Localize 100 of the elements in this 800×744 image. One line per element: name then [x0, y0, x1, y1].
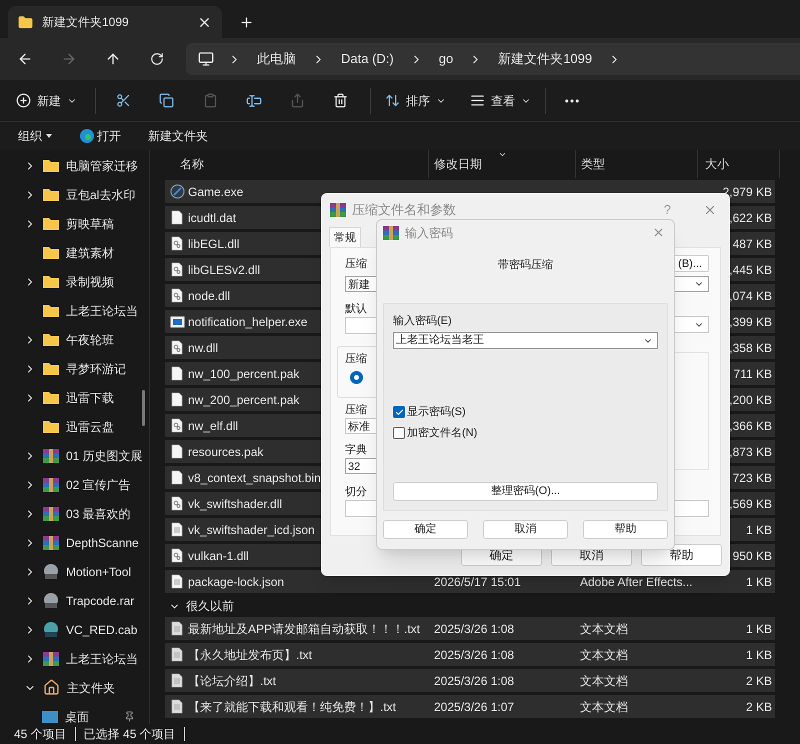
column-header[interactable]: 名称 — [165, 155, 428, 173]
file-name: nw_100_percent.pak — [188, 366, 300, 382]
back-icon[interactable] — [17, 51, 33, 67]
file-date: 2025/3/26 1:08 — [434, 646, 514, 664]
column-header[interactable]: 类型 — [576, 155, 697, 173]
sidebar-item[interactable]: 03 最喜欢的 — [0, 499, 149, 528]
sidebar-label: 桌面 — [65, 708, 89, 724]
dialog-button[interactable]: 帮助 — [583, 520, 668, 538]
dialog-heading: 带密码压缩 — [497, 258, 554, 273]
sidebar-item[interactable]: 寻梦环游记 — [0, 354, 149, 383]
sidebar-item[interactable]: 豆包al去水印 — [0, 180, 149, 209]
archive-icon — [43, 593, 59, 608]
copy-icon[interactable] — [159, 93, 174, 108]
up-icon[interactable] — [105, 51, 121, 67]
breadcrumb-item[interactable]: go — [438, 49, 454, 69]
sidebar-item[interactable]: 迅雷云盘 — [0, 412, 149, 441]
sort-icon — [385, 93, 400, 108]
file-row[interactable]: 【永久地址发布页】.txt 2025/3/26 1:08 文本文档 1 KB — [165, 643, 775, 666]
column-header[interactable]: 大小 — [698, 155, 779, 173]
sidebar-label: 上老王论坛当 — [66, 302, 138, 320]
breadcrumb-item[interactable]: Data (D:) — [341, 49, 394, 69]
file-icon — [171, 444, 183, 459]
breadcrumb-item[interactable]: 此电脑 — [257, 49, 296, 69]
scrollbar-thumb[interactable] — [142, 390, 145, 426]
file-row[interactable]: 【来了就能下载和观看！纯免费！】.txt 2025/3/26 1:07 文本文档 2 KB — [165, 695, 775, 718]
file-size: 711 KB — [734, 366, 773, 382]
archive-icon — [43, 478, 59, 492]
sidebar-item[interactable]: 02 宣传广告 — [0, 470, 149, 499]
file-name: nw_elf.dll — [188, 418, 238, 434]
file-type: 文本文档 — [580, 620, 628, 638]
home-icon — [43, 679, 60, 696]
new-tab-icon[interactable] — [239, 15, 254, 30]
file-icon — [171, 262, 183, 277]
forward-icon[interactable] — [61, 51, 77, 67]
sidebar-label: 电脑管家迁移 — [66, 158, 138, 174]
organize-button[interactable]: 组织 — [18, 127, 52, 145]
radio-button[interactable] — [350, 370, 363, 384]
rename-icon[interactable] — [246, 92, 262, 108]
dialog-tab[interactable]: 常规 — [329, 227, 361, 247]
sidebar-item[interactable]: 电脑管家迁移 — [0, 151, 149, 180]
sidebar-item[interactable]: 上老王论坛当 — [0, 296, 149, 325]
sidebar-label: Motion+Tool — [66, 564, 132, 580]
password-field[interactable]: 上老王论坛当老王 — [393, 332, 658, 349]
delete-icon[interactable] — [333, 93, 348, 108]
sort-button[interactable]: 排序 — [385, 92, 446, 110]
sort-caret-icon — [498, 150, 507, 159]
sidebar-item[interactable]: 录制视频 — [0, 267, 149, 296]
file-name: nw_200_percent.pak — [188, 392, 300, 408]
dialog-button[interactable]: 取消 — [483, 520, 568, 538]
sidebar-item[interactable]: 桌面 — [0, 702, 149, 724]
new-folder-button[interactable]: 新建文件夹 — [148, 127, 208, 145]
file-row[interactable]: 最新地址及APP请发邮箱自动获取！！！.txt 2025/3/26 1:08 文本文档 1 KB — [165, 617, 775, 640]
open-button[interactable]: 打开 — [80, 127, 121, 145]
dialog-button[interactable]: 确定 — [383, 520, 468, 538]
sidebar-item[interactable]: Trapcode.rar — [0, 586, 149, 615]
cut-icon[interactable] — [116, 93, 131, 108]
file-name: libGLESv2.dll — [188, 262, 260, 278]
file-size: ,873 KB — [729, 444, 773, 460]
sidebar-label: DepthScanne — [66, 534, 139, 552]
file-size: 950 KB — [732, 548, 773, 564]
dialog-button[interactable]: 整理密码(O)... — [393, 482, 658, 501]
item-count: 45 个项目 — [14, 726, 67, 743]
sidebar-label: 豆包al去水印 — [66, 186, 136, 204]
refresh-icon[interactable] — [150, 52, 164, 66]
group-header[interactable]: 很久以前 — [165, 596, 800, 616]
sidebar-item[interactable]: 剪映草稿 — [0, 209, 149, 238]
sidebar-item[interactable]: 上老王论坛当 — [0, 644, 149, 673]
new-button[interactable]: 新建 — [16, 92, 77, 110]
sidebar-item[interactable]: 建筑素材 — [0, 238, 149, 267]
sidebar-item[interactable]: 午夜轮班 — [0, 325, 149, 354]
file-size: 1 KB — [746, 522, 773, 538]
window-tab[interactable]: 新建文件夹1099 — [8, 6, 222, 38]
sidebar-label: 建筑素材 — [66, 244, 114, 262]
sidebar-item[interactable]: 迅雷下载 — [0, 383, 149, 412]
checkbox[interactable] — [393, 406, 405, 418]
desktop-icon — [42, 710, 58, 722]
sidebar-item[interactable]: DepthScanne — [0, 528, 149, 557]
field-label: 压缩 — [345, 256, 368, 272]
breadcrumb-item[interactable]: 新建文件夹1099 — [498, 49, 592, 69]
sidebar-item[interactable]: 主文件夹 — [0, 673, 149, 702]
file-size: 1 KB — [746, 646, 773, 664]
file-row[interactable]: 【论坛介绍】.txt 2025/3/26 1:08 文本文档 2 KB — [165, 669, 775, 692]
archive-icon — [43, 536, 59, 550]
checkbox[interactable] — [393, 426, 405, 439]
file-icon — [171, 366, 183, 381]
file-name: 【论坛介绍】.txt — [188, 672, 276, 690]
column-header[interactable]: 修改日期 — [429, 155, 575, 173]
view-button[interactable]: 查看 — [470, 92, 531, 110]
file-size: ,074 KB — [729, 288, 773, 304]
sidebar-item[interactable]: Motion+Tool — [0, 557, 149, 586]
archive-icon — [383, 226, 399, 240]
sidebar-item[interactable]: 01 历史图文展 — [0, 441, 149, 470]
selection-count: 已选择 45 个项目 — [84, 726, 176, 743]
field-label: 输入密码(E) — [393, 314, 453, 328]
file-name: vulkan-1.dll — [188, 548, 249, 564]
address-bar[interactable]: 此电脑 Data (D:) go 新建文件夹1099 — [186, 43, 800, 75]
sidebar-label: 上老王论坛当 — [66, 650, 138, 668]
text-file-icon — [171, 673, 183, 688]
archive-icon — [43, 448, 59, 462]
sidebar-item[interactable]: VC_RED.cab — [0, 615, 149, 644]
